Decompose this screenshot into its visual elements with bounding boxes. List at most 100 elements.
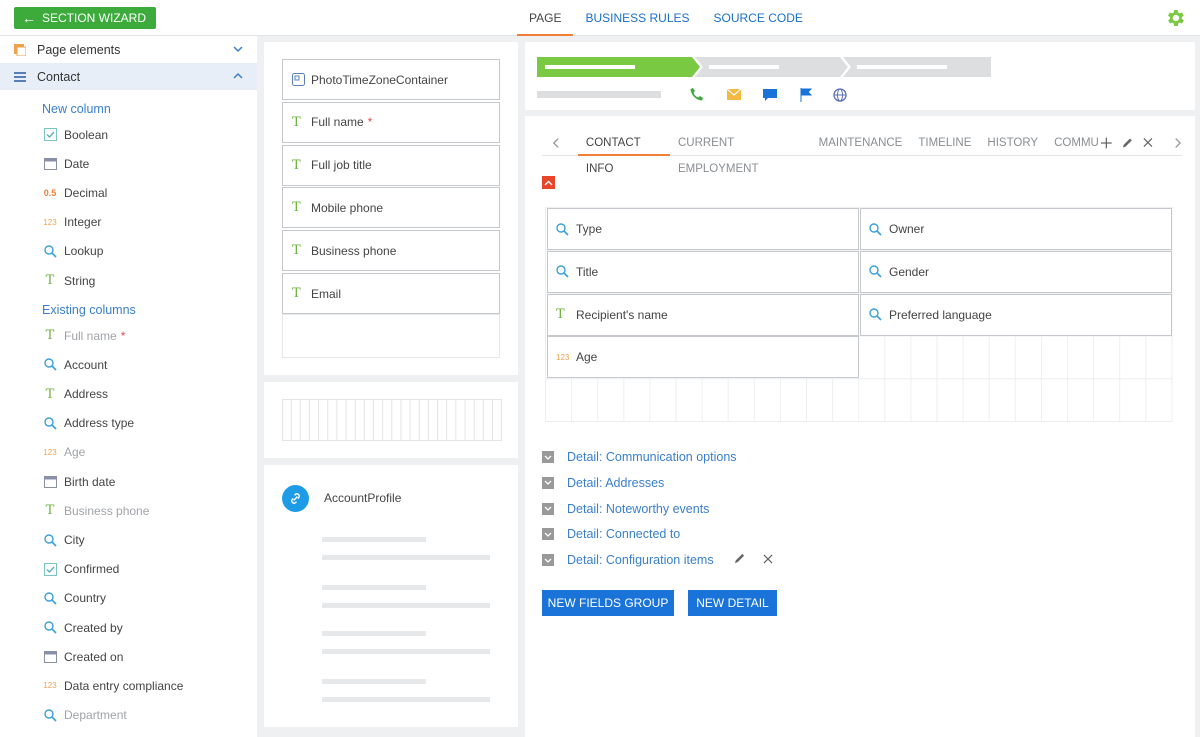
globe-icon[interactable] [833,88,847,102]
top-tabs: PAGE BUSINESS RULES SOURCE CODE [517,0,815,36]
close-icon[interactable] [1143,137,1153,148]
envelope-icon[interactable] [727,89,741,101]
calendar-icon [43,650,57,664]
chevron-right-icon[interactable] [1173,137,1182,149]
chevron-left-icon[interactable] [552,137,561,149]
detail-label[interactable]: Detail: Connected to [567,527,680,541]
profile-field[interactable]: PhotoTimeZoneContainer [282,59,500,100]
sidebar-section-page-elements[interactable]: Page elements [0,36,257,63]
detail-row[interactable]: Detail: Noteworthy events [542,502,709,516]
contact-field[interactable]: Owner [860,208,1172,250]
detail-row[interactable]: Detail: Configuration items [542,553,773,567]
column-item-label: Address type [64,416,135,431]
detail-row[interactable]: Detail: Addresses [542,476,664,490]
gear-icon[interactable] [1164,7,1186,29]
column-item-label: Confirmed [64,562,120,577]
profile-field[interactable]: T Email [282,273,500,314]
column-item[interactable]: Country [0,584,257,613]
pencil-icon[interactable] [734,553,745,567]
new-column-title: New column [42,102,111,116]
chevron-down-icon[interactable] [542,451,554,463]
sidebar-section-label: Contact [37,69,81,84]
detail-row[interactable]: Detail: Communication options [542,450,737,464]
required-marker: * [120,328,126,343]
contact-field-label: Owner [889,222,925,236]
tab-contact-info[interactable]: CONTACT INFO [577,130,670,175]
tab-page[interactable]: PAGE [517,0,574,36]
chevron-down-icon[interactable] [542,554,554,567]
column-item[interactable]: T Address [0,380,257,409]
column-item[interactable]: 123 Age [0,438,257,467]
column-item[interactable]: 0.5 Decimal [0,178,257,207]
column-item[interactable]: Birth date [0,467,257,496]
pencil-icon[interactable] [1122,137,1133,149]
column-item[interactable]: 123 Data entry compliance [0,671,257,700]
column-item[interactable]: Department [0,701,257,730]
tab-business-rules[interactable]: BUSINESS RULES [573,0,701,36]
column-item[interactable]: T Business phone [0,496,257,525]
chevron-down-icon[interactable] [542,502,554,515]
new-detail-button[interactable]: NEW DETAIL [688,590,777,616]
column-item[interactable]: Date [0,149,257,178]
tab-maintenance[interactable]: MAINTENANCE [811,130,911,156]
section-wizard-button[interactable]: ← SECTION WIZARD [14,7,156,29]
chevron-down-icon[interactable] [542,528,554,541]
contact-field[interactable]: Gender [860,250,1172,293]
close-icon[interactable] [763,553,773,567]
profile-field[interactable]: T Full job title [282,144,500,186]
text-icon: T [292,200,301,216]
contact-field[interactable]: 123 Age [547,336,859,379]
calendar-icon [43,157,57,171]
column-item[interactable]: Address type [0,409,257,438]
integer-icon: 123 [43,217,57,227]
phone-icon[interactable] [690,87,704,101]
column-item[interactable]: Created by [0,613,257,642]
plus-icon[interactable] [1100,137,1112,149]
contact-field-label: Title [576,264,599,279]
column-item[interactable]: T Full name * [0,321,257,350]
text-icon: T [292,157,301,173]
column-item[interactable]: Boolean [0,120,257,149]
profile-field[interactable]: T Mobile phone [282,187,500,229]
contact-field[interactable]: Type [547,208,859,250]
contact-field[interactable]: Preferred language [860,293,1172,336]
tab-timeline[interactable]: TIMELINE [910,130,979,156]
contact-field[interactable]: T Recipient's name [547,293,859,336]
profile-field[interactable]: T Full name * [282,101,500,143]
column-item[interactable]: Account [0,350,257,379]
tab-current-employment[interactable]: CURRENT EMPLOYMENT [670,130,811,175]
search-icon [43,244,57,258]
calendar-icon [43,475,57,489]
sidebar-section-contact[interactable]: Contact [0,63,257,90]
chevron-down-icon[interactable] [233,44,243,54]
text-icon: T [556,307,565,323]
placeholder-line [322,537,426,542]
detail-label[interactable]: Detail: Addresses [567,476,664,490]
detail-row[interactable]: Detail: Connected to [542,527,680,541]
container-icon [292,73,306,86]
detail-label[interactable]: Detail: Noteworthy events [567,502,709,516]
chevron-down-icon[interactable] [542,476,554,489]
flag-icon[interactable] [800,88,812,102]
tab-history[interactable]: HISTORY [979,130,1046,156]
chat-icon[interactable] [763,89,777,102]
column-item-label: Decimal [64,185,108,200]
tabs-panel: CONTACT INFO CURRENT EMPLOYMENT MAINTENA… [525,116,1195,737]
contact-field[interactable]: Title [547,250,859,293]
sidebar-section-label: Page elements [37,42,121,57]
column-item[interactable]: 123 Integer [0,208,257,237]
column-item[interactable]: T String [0,266,257,295]
profile-field[interactable]: T Business phone [282,230,500,272]
tab-source-code[interactable]: SOURCE CODE [702,0,815,36]
existing-column-list: T Full name * Account T Address Address type 12… [0,321,257,730]
chevron-up-icon[interactable] [233,71,243,81]
collapse-group-button[interactable] [542,176,555,189]
column-item[interactable]: City [0,525,257,554]
column-item[interactable]: Lookup [0,237,257,266]
detail-label[interactable]: Detail: Configuration items [567,553,714,567]
column-item[interactable]: Created on [0,642,257,671]
detail-label[interactable]: Detail: Communication options [567,450,737,464]
new-fields-group-button[interactable]: NEW FIELDS GROUP [542,590,674,616]
column-item[interactable]: Confirmed [0,555,257,584]
tab-communication[interactable]: COMMU [1046,130,1099,156]
